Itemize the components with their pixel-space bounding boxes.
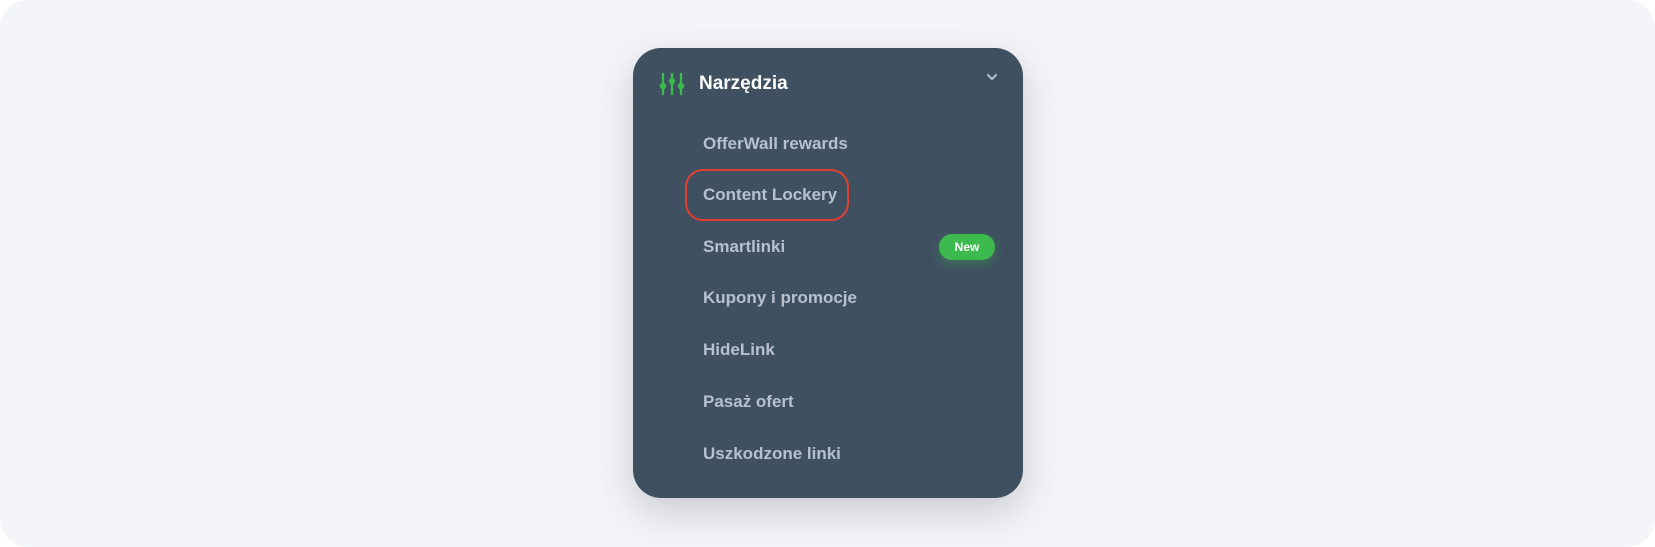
menu-item-label: Pasaż ofert xyxy=(703,392,794,411)
menu-item-label: HideLink xyxy=(703,340,775,359)
menu-item-label: Uszkodzone linki xyxy=(703,444,841,463)
menu-item-label: Kupony i promocje xyxy=(703,288,857,307)
chevron-down-icon[interactable] xyxy=(985,70,999,84)
new-badge: New xyxy=(939,234,995,260)
tools-menu-title: Narzędzia xyxy=(699,73,788,94)
menu-item-offerwall-rewards[interactable]: OfferWall rewards xyxy=(703,124,1003,164)
menu-item-label: OfferWall rewards xyxy=(703,134,848,153)
menu-item-uszkodzone-linki[interactable]: Uszkodzone linki xyxy=(703,434,1003,474)
tools-menu-header[interactable]: Narzędzia xyxy=(633,48,1023,120)
menu-item-label: Smartlinki xyxy=(703,237,786,256)
menu-item-kupony-i-promocje[interactable]: Kupony i promocje xyxy=(703,278,1003,318)
page-background: Narzędzia OfferWall rewards Content Lock… xyxy=(0,0,1655,547)
menu-item-hidelink[interactable]: HideLink xyxy=(703,330,1003,370)
sliders-icon xyxy=(659,72,685,96)
menu-item-label: Content Lockery xyxy=(703,185,838,204)
menu-item-pasaz-ofert[interactable]: Pasaż ofert xyxy=(703,382,1003,422)
menu-item-content-lockery[interactable]: Content Lockery xyxy=(703,175,1003,215)
tools-menu-panel: Narzędzia OfferWall rewards Content Lock… xyxy=(633,48,1023,498)
